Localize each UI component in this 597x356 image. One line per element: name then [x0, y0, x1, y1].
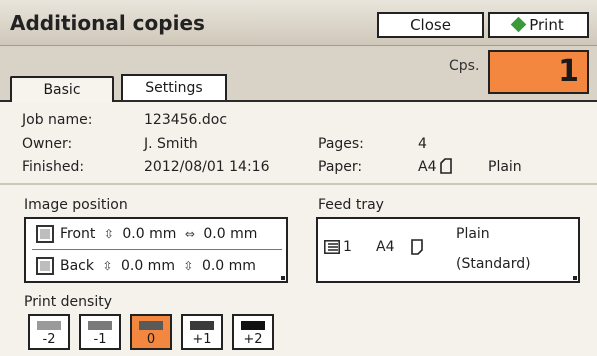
image-position-label: Image position	[24, 197, 128, 213]
paper-size: A4	[418, 159, 437, 175]
copies-count-field[interactable]: 1	[488, 50, 589, 94]
back-label: Back	[60, 258, 94, 274]
front-horizontal-value: 0.0 mm	[203, 226, 258, 242]
density-label: -1	[93, 332, 107, 347]
page-title: Additional copies	[10, 11, 205, 35]
back-horizontal-value: 0.0 mm	[201, 258, 256, 274]
density-label: -2	[42, 332, 56, 347]
density-swatch	[190, 321, 214, 330]
print-density-label: Print density	[24, 294, 112, 310]
density-swatch	[139, 321, 163, 330]
density-button-plus1[interactable]: +1	[181, 314, 223, 350]
density-swatch	[37, 321, 61, 330]
portrait-paper-icon	[440, 158, 452, 178]
density-swatch	[241, 321, 265, 330]
vertical-shift-icon: ⇳	[183, 259, 194, 273]
back-checkbox[interactable]	[36, 257, 54, 275]
job-name-label: Job name:	[22, 112, 93, 128]
paper-label: Paper:	[318, 159, 363, 175]
feed-tray-label: Feed tray	[318, 197, 384, 213]
tray-paper-size: A4	[376, 239, 395, 255]
pages-label: Pages:	[318, 136, 364, 152]
print-start-icon	[510, 16, 527, 33]
back-row: Back ⇳ 0.0 mm ⇳ 0.0 mm	[60, 258, 256, 274]
box-corner-mark	[573, 276, 577, 280]
density-label: +1	[192, 332, 212, 347]
density-button-0[interactable]: 0	[130, 314, 172, 350]
density-swatch	[88, 321, 112, 330]
owner-value: J. Smith	[144, 136, 198, 152]
density-button-minus2[interactable]: -2	[28, 314, 70, 350]
horizontal-shift-icon: ⇔	[184, 227, 195, 241]
tray-number: 1	[343, 239, 352, 255]
front-checkbox[interactable]	[36, 225, 54, 243]
print-button[interactable]: Print	[488, 12, 589, 38]
tab-settings[interactable]: Settings	[121, 74, 227, 100]
portrait-paper-icon	[411, 239, 423, 259]
back-vertical-value: 0.0 mm	[120, 258, 175, 274]
front-row: Front ⇳ 0.0 mm ⇔ 0.0 mm	[60, 226, 257, 242]
finished-label: Finished:	[22, 159, 85, 175]
finished-value: 2012/08/01 14:16	[144, 159, 270, 175]
job-name-value: 123456.doc	[144, 112, 228, 128]
paper-type: Plain	[488, 159, 522, 175]
vertical-shift-icon: ⇳	[102, 259, 113, 273]
feed-tray-box[interactable]	[316, 217, 580, 283]
density-label: 0	[146, 332, 156, 347]
image-position-divider	[32, 249, 282, 250]
box-corner-mark	[281, 276, 285, 280]
density-button-plus2[interactable]: +2	[232, 314, 274, 350]
tray-paper-type: Plain	[456, 226, 490, 242]
copies-label: Cps.	[449, 58, 480, 74]
vertical-shift-icon: ⇳	[103, 227, 114, 241]
density-button-minus1[interactable]: -1	[79, 314, 121, 350]
owner-label: Owner:	[22, 136, 73, 152]
front-vertical-value: 0.0 mm	[122, 226, 177, 242]
tab-basic[interactable]: Basic	[10, 76, 114, 102]
pages-value: 4	[418, 136, 427, 152]
print-button-label: Print	[529, 16, 564, 34]
front-label: Front	[60, 226, 96, 242]
section-divider	[0, 183, 597, 185]
tray-paper-standard: (Standard)	[456, 256, 531, 272]
density-label: +2	[243, 332, 263, 347]
tray-icon	[324, 240, 340, 258]
close-button[interactable]: Close	[377, 12, 484, 38]
